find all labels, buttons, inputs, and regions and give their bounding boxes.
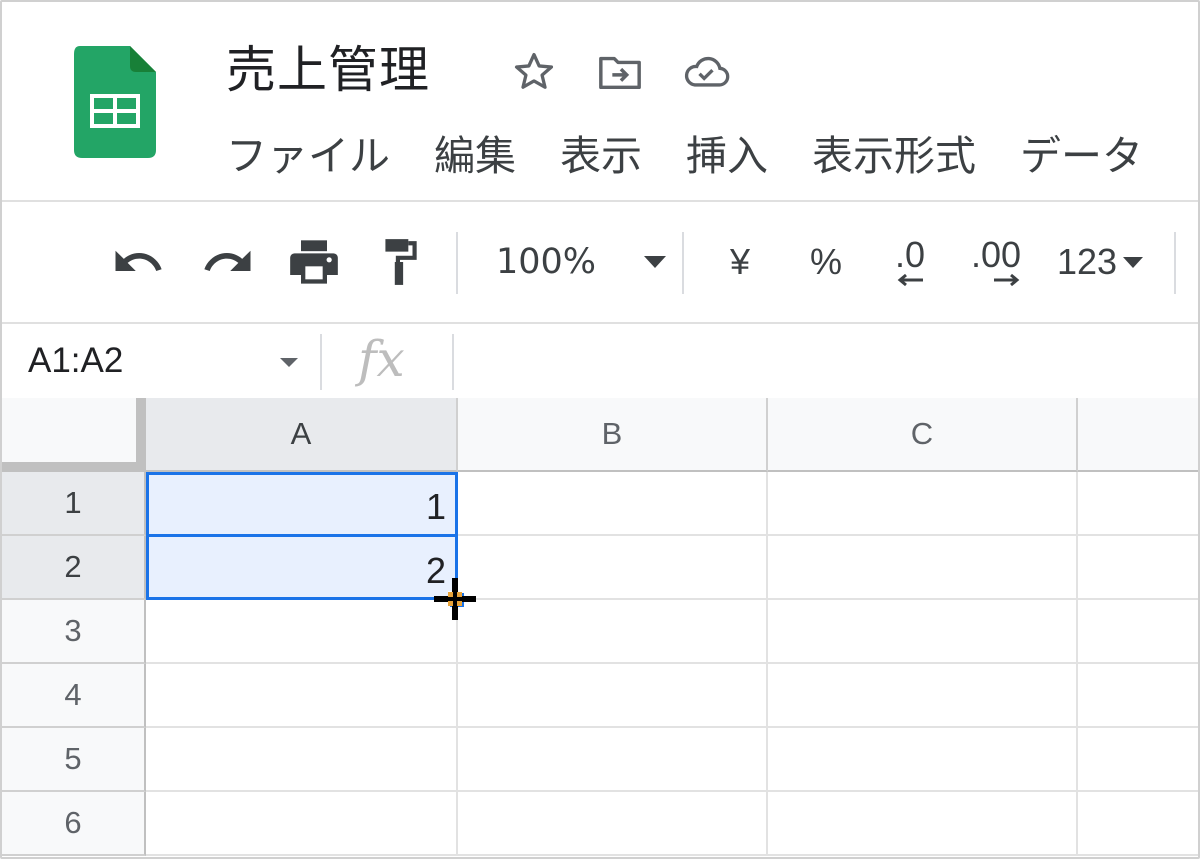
more-formats-button[interactable]: 123 — [1050, 202, 1150, 322]
more-formats-label: 123 — [1056, 241, 1118, 282]
toolbar-divider — [1174, 232, 1176, 294]
formula-bar: A1:A2 fx — [2, 324, 1198, 398]
crosshair-cursor-icon — [434, 578, 476, 620]
cell-b6[interactable] — [458, 792, 768, 856]
cell-c6[interactable] — [768, 792, 1078, 856]
move-to-folder-icon[interactable] — [596, 48, 644, 96]
menu-data[interactable]: データ — [1020, 130, 1143, 182]
star-icon[interactable] — [510, 48, 558, 96]
column-header-a[interactable]: A — [146, 398, 458, 472]
currency-format-button[interactable]: ¥ — [718, 202, 762, 322]
cell-d5[interactable] — [1078, 728, 1198, 792]
cell-d4[interactable] — [1078, 664, 1198, 728]
spreadsheet-grid: A B C 1 2 3 4 5 6 1 2 — [2, 398, 1198, 857]
cell-b3[interactable] — [458, 600, 768, 664]
cell-a4[interactable] — [146, 664, 458, 728]
column-header-d[interactable] — [1078, 398, 1198, 472]
toolbar-divider — [682, 232, 684, 294]
cell-c3[interactable] — [768, 600, 1078, 664]
cell-b2[interactable] — [458, 536, 768, 600]
formula-bar-divider — [320, 334, 322, 390]
dropdown-caret-icon — [644, 256, 666, 268]
undo-icon — [115, 250, 162, 271]
increase-decimal-button[interactable]: .00 — [964, 202, 1028, 322]
arrow-left-icon — [897, 273, 923, 287]
paint-format-button[interactable] — [372, 202, 428, 322]
select-all-corner[interactable] — [2, 398, 146, 472]
zoom-value: 100% — [496, 242, 597, 282]
cell-a5[interactable] — [146, 728, 458, 792]
menu-edit[interactable]: 編集 — [434, 130, 516, 182]
print-icon — [290, 240, 338, 284]
menu-format[interactable]: 表示形式 — [812, 130, 976, 182]
formula-bar-divider — [452, 334, 454, 390]
increase-decimal-label: .00 — [970, 234, 1022, 275]
app-window: 売上管理 ファイル 編集 表示 挿入 表示形式 データ 100% ¥ % .0 … — [0, 0, 1200, 859]
cell-a1[interactable]: 1 — [146, 472, 458, 536]
column-header-b[interactable]: B — [458, 398, 768, 472]
sheets-logo-icon[interactable] — [74, 46, 156, 158]
decrease-decimal-label: .0 — [894, 234, 926, 275]
cell-d3[interactable] — [1078, 600, 1198, 664]
percent-format-button[interactable]: % — [804, 202, 848, 322]
zoom-select[interactable]: 100% — [496, 202, 666, 322]
document-title[interactable]: 売上管理 — [226, 40, 430, 100]
header: 売上管理 ファイル 編集 表示 挿入 表示形式 データ — [2, 2, 1198, 200]
row-header-1[interactable]: 1 — [2, 472, 146, 536]
cell-c1[interactable] — [768, 472, 1078, 536]
cell-c2[interactable] — [768, 536, 1078, 600]
menu-view[interactable]: 表示 — [560, 130, 642, 182]
freeze-column-handle[interactable] — [136, 398, 146, 472]
selection-divider — [146, 534, 458, 537]
row-header-4[interactable]: 4 — [2, 664, 146, 728]
row-header-2[interactable]: 2 — [2, 536, 146, 600]
cell-b4[interactable] — [458, 664, 768, 728]
cell-a2[interactable]: 2 — [146, 536, 458, 600]
cell-d2[interactable] — [1078, 536, 1198, 600]
cell-d6[interactable] — [1078, 792, 1198, 856]
row-header-5[interactable]: 5 — [2, 728, 146, 792]
dropdown-caret-icon — [1123, 256, 1144, 268]
column-header-c[interactable]: C — [768, 398, 1078, 472]
row-header-6[interactable]: 6 — [2, 792, 146, 856]
paint-format-icon — [385, 239, 417, 285]
cell-c5[interactable] — [768, 728, 1078, 792]
redo-icon — [204, 250, 251, 271]
undo-button[interactable] — [108, 202, 168, 322]
cell-d1[interactable] — [1078, 472, 1198, 536]
menu-bar: ファイル 編集 表示 挿入 表示形式 データ — [226, 130, 1143, 182]
cloud-saved-icon[interactable] — [682, 48, 730, 96]
cell-a6[interactable] — [146, 792, 458, 856]
title-actions — [510, 48, 730, 96]
toolbar: 100% ¥ % .0 .00 123 — [2, 202, 1198, 322]
name-box[interactable]: A1:A2 — [28, 338, 123, 384]
decrease-decimal-button[interactable]: .0 — [882, 202, 938, 322]
cell-a3[interactable] — [146, 600, 458, 664]
menu-insert[interactable]: 挿入 — [686, 130, 768, 182]
cell-b1[interactable] — [458, 472, 768, 536]
freeze-row-handle[interactable] — [2, 462, 146, 472]
menu-file[interactable]: ファイル — [226, 130, 390, 182]
redo-button[interactable] — [198, 202, 258, 322]
cell-c4[interactable] — [768, 664, 1078, 728]
function-icon: fx — [358, 330, 405, 388]
percent-label: % — [809, 241, 842, 282]
toolbar-divider — [456, 232, 458, 294]
currency-label: ¥ — [729, 241, 751, 282]
arrow-right-icon — [994, 273, 1020, 287]
row-header-3[interactable]: 3 — [2, 600, 146, 664]
cell-b5[interactable] — [458, 728, 768, 792]
formula-input[interactable] — [458, 324, 1198, 398]
print-button[interactable] — [284, 202, 344, 322]
name-box-caret-icon[interactable] — [280, 358, 298, 367]
